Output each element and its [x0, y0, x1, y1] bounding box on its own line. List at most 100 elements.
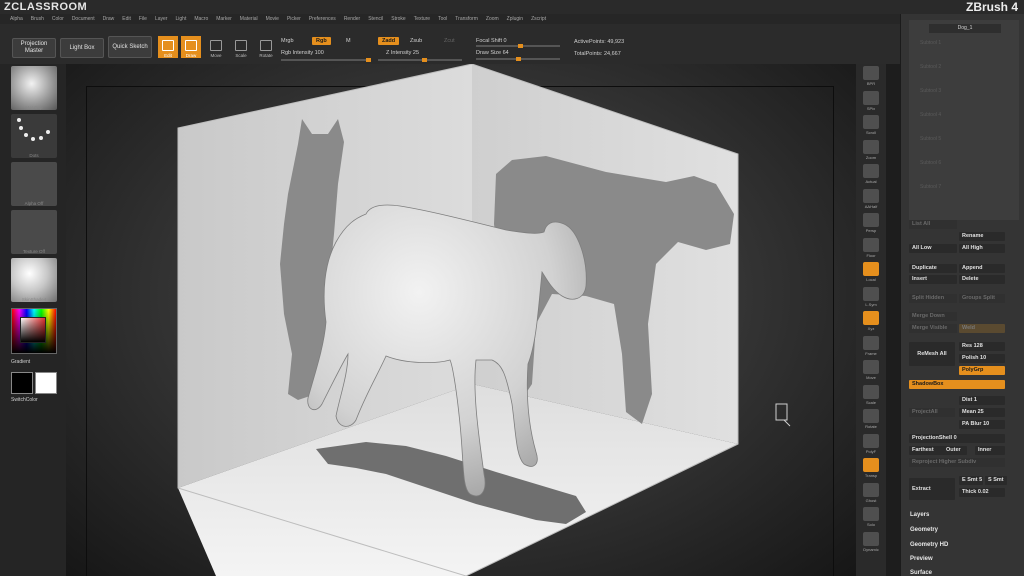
menu-item-stencil[interactable]: Stencil [368, 14, 383, 24]
projection-master-button[interactable]: Projection Master [12, 38, 56, 58]
menu-item-material[interactable]: Material [240, 14, 258, 24]
menu-item-draw[interactable]: Draw [103, 14, 115, 24]
menu-item-zoom[interactable]: Zoom [486, 14, 499, 24]
move-button[interactable]: Move [860, 360, 882, 380]
menu-item-preferences[interactable]: Preferences [309, 14, 336, 24]
secondary-color-swatch[interactable] [35, 372, 57, 394]
rename-button[interactable]: Rename [959, 232, 1005, 241]
subtool-active[interactable]: Dog_1 [929, 24, 1001, 33]
weld-button[interactable]: Weld [959, 324, 1005, 333]
menu-item-file[interactable]: File [139, 14, 147, 24]
layers-section[interactable]: Layers [910, 512, 929, 518]
aahalf-button[interactable]: AAHalf [860, 188, 882, 209]
thick-slider[interactable]: Thick 0.02 [959, 488, 1005, 497]
edit-tool-button[interactable]: Edit [158, 36, 178, 58]
persp-button[interactable]: Persp [860, 213, 882, 233]
primary-color-swatch[interactable] [11, 372, 33, 394]
menu-item-transform[interactable]: Transform [455, 14, 478, 24]
dist-slider[interactable]: Dist 1 [959, 396, 1005, 405]
outer-toggle[interactable]: Outer [943, 446, 967, 455]
m-toggle[interactable]: M [346, 38, 351, 44]
ghost-button[interactable]: Ghost [860, 482, 882, 503]
stroke-thumbnail[interactable] [11, 114, 57, 158]
scroll-button[interactable]: Scroll [860, 115, 882, 135]
subtool-slot[interactable]: Subtool 1 [920, 40, 941, 46]
menu-item-alpha[interactable]: Alpha [10, 14, 23, 24]
transp-button[interactable]: Transp [860, 458, 882, 478]
mrgb-toggle[interactable]: Mrgb [281, 38, 294, 44]
rgb-intensity-slider[interactable]: Rgb Intensity 100 [281, 50, 324, 56]
draw-size-slider[interactable]: Draw Size 64 [476, 50, 509, 56]
gradient-label[interactable]: Gradient [11, 359, 30, 365]
frame-button[interactable]: Frame [860, 335, 882, 356]
merge-visible-button[interactable]: Merge Visible [909, 324, 957, 333]
menu-item-tool[interactable]: Tool [438, 14, 447, 24]
polyf-button[interactable]: PolyF [860, 433, 882, 454]
polygrp-toggle[interactable]: PolyGrp [959, 366, 1005, 375]
geometry-hd-section[interactable]: Geometry HD [910, 542, 948, 548]
e-smt-slider[interactable]: E Smt 5 [959, 476, 983, 485]
append-button[interactable]: Append [959, 264, 1005, 273]
zcut-toggle[interactable]: Zcut [444, 38, 455, 44]
move-tool-button[interactable]: Move [206, 36, 226, 58]
menu-item-zscript[interactable]: Zscript [531, 14, 546, 24]
light-box-button[interactable]: Light Box [60, 38, 104, 58]
z-intensity-track[interactable] [378, 58, 462, 62]
rgb-intensity-knob[interactable] [366, 58, 371, 62]
menu-item-edit[interactable]: Edit [122, 14, 131, 24]
zoom-button[interactable]: Zoom [860, 139, 882, 160]
color-picker[interactable] [11, 308, 57, 354]
focal-shift-slider[interactable]: Focal Shift 0 [476, 38, 507, 44]
zadd-toggle[interactable]: Zadd [378, 37, 400, 45]
subtool-slot[interactable]: Subtool 3 [920, 88, 941, 94]
menu-item-texture[interactable]: Texture [414, 14, 430, 24]
draw-tool-button[interactable]: Draw [181, 36, 201, 58]
menu-item-document[interactable]: Document [72, 14, 95, 24]
menu-item-picker[interactable]: Picker [287, 14, 301, 24]
rgb-intensity-track[interactable] [281, 58, 371, 62]
draw-size-track[interactable] [476, 57, 560, 61]
subtool-slot[interactable]: Subtool 2 [920, 64, 941, 70]
duplicate-button[interactable]: Duplicate [909, 264, 957, 273]
preview-section[interactable]: Preview [910, 556, 933, 562]
res-slider[interactable]: Res 128 [959, 342, 1005, 351]
texture-thumbnail[interactable] [11, 210, 57, 254]
focal-shift-track[interactable] [476, 44, 560, 48]
insert-button[interactable]: Insert [909, 275, 957, 284]
projection-shell-slider[interactable]: ProjectionShell 0 [909, 434, 1005, 443]
draw-size-knob[interactable] [516, 57, 521, 61]
shadowbox-scene[interactable] [66, 64, 856, 576]
spix-button[interactable]: SPix [860, 90, 882, 111]
menu-item-macro[interactable]: Macro [194, 14, 208, 24]
mean-slider[interactable]: Mean 25 [959, 408, 1005, 417]
document-canvas[interactable] [66, 64, 856, 576]
rgb-toggle[interactable]: Rgb [312, 37, 331, 45]
polish-slider[interactable]: Polish 10 [959, 354, 1005, 363]
list-all-button[interactable]: List All [909, 220, 957, 229]
subtool-slot[interactable]: Subtool 6 [920, 160, 941, 166]
dynamic-button[interactable]: Dynamic [860, 531, 882, 552]
menu-item-layer[interactable]: Layer [155, 14, 168, 24]
project-all-button[interactable]: ProjectAll [909, 408, 955, 417]
inner-toggle[interactable]: Inner [975, 446, 1005, 455]
menu-item-marker[interactable]: Marker [216, 14, 232, 24]
menu-item-render[interactable]: Render [344, 14, 360, 24]
menu-item-light[interactable]: Light [175, 14, 186, 24]
alpha-thumbnail[interactable] [11, 162, 57, 206]
geometry-section[interactable]: Geometry [910, 527, 938, 533]
xyz-button[interactable]: Xyz [860, 311, 882, 331]
rotate-tool-button[interactable]: Rotate [256, 36, 276, 58]
zsub-toggle[interactable]: Zsub [410, 38, 422, 44]
actual-button[interactable]: Actual [860, 164, 882, 184]
floor-button[interactable]: Floor [860, 237, 882, 258]
color-picker-square[interactable] [20, 317, 46, 343]
local-button[interactable]: Local [860, 262, 882, 282]
s-smt-slider[interactable]: S Smt [985, 476, 1007, 485]
menu-item-stroke[interactable]: Stroke [391, 14, 405, 24]
rotate-button[interactable]: Rotate [860, 409, 882, 429]
remesh-all-button[interactable]: ReMesh All [909, 342, 955, 366]
material-thumbnail[interactable] [11, 66, 57, 110]
merge-down-button[interactable]: Merge Down [909, 312, 957, 321]
subtool-slot[interactable]: Subtool 5 [920, 136, 941, 142]
z-intensity-slider[interactable]: Z Intensity 25 [386, 50, 419, 56]
